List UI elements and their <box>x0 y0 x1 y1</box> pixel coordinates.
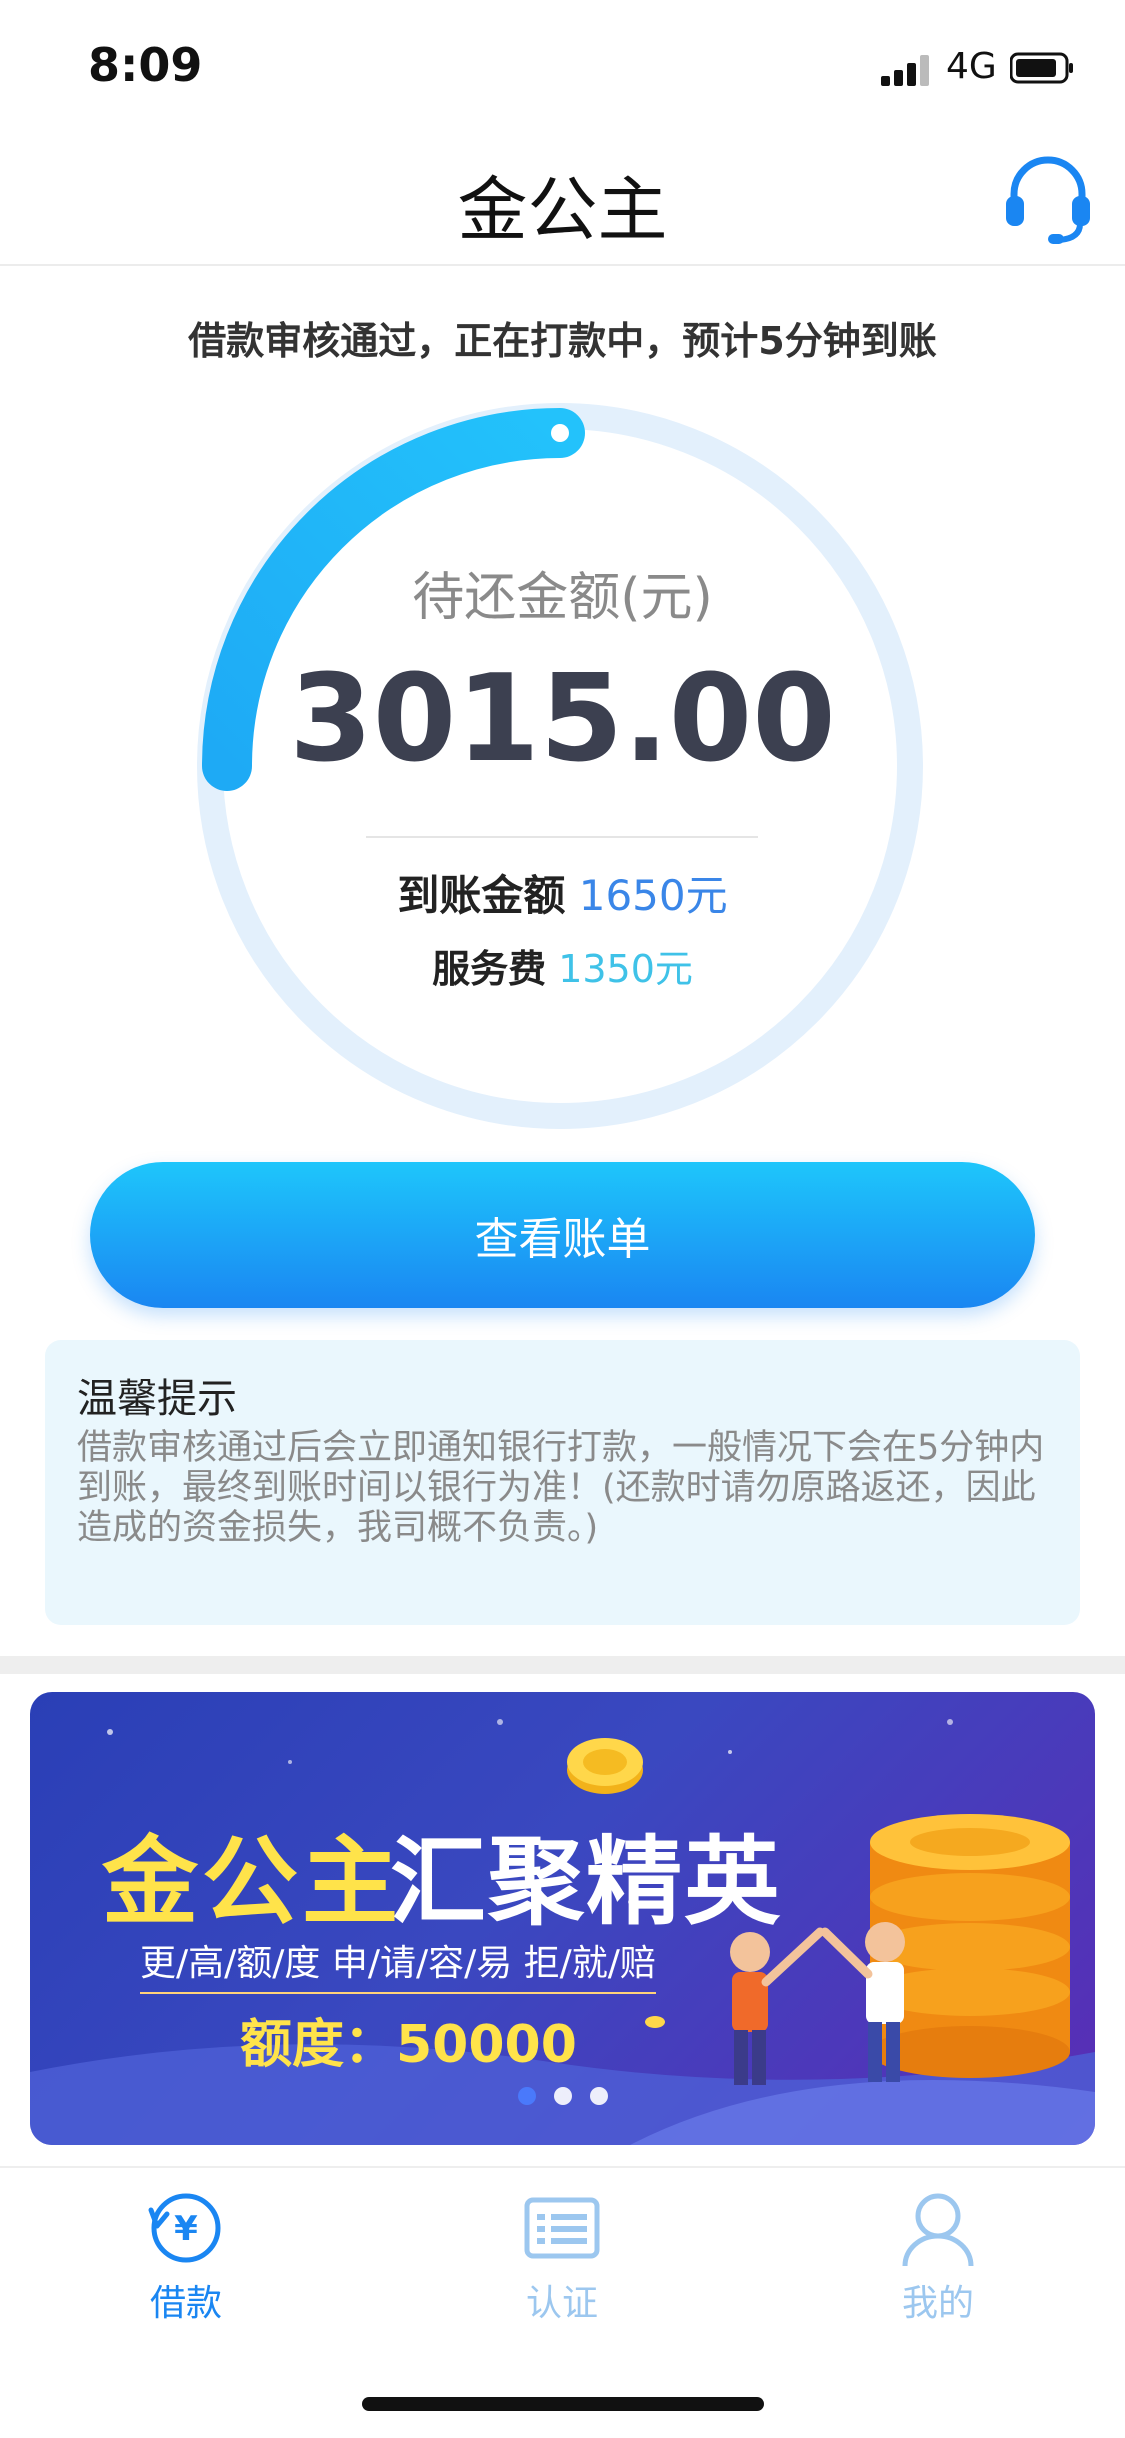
fee-row: 服务费 1350元 <box>0 938 1125 993</box>
section-separator <box>0 1656 1125 1674</box>
headset-icon[interactable] <box>1000 152 1096 248</box>
tab-loan[interactable]: ¥ 借款 <box>86 2188 286 2326</box>
tab-mine[interactable]: 我的 <box>838 2188 1038 2326</box>
tips-card: 温馨提示 借款审核通过后会立即通知银行打款，一般情况下会在5分钟内到账，最终到账… <box>45 1340 1080 1625</box>
received-value: 1650元 <box>578 871 728 920</box>
carousel-dot[interactable] <box>518 2087 536 2105</box>
banner-title-left: 金公主 <box>102 1826 402 1938</box>
user-icon <box>902 2193 974 2267</box>
home-indicator[interactable] <box>362 2397 764 2411</box>
carousel-dots[interactable] <box>518 2087 626 2109</box>
loan-icon: ¥ <box>148 2193 221 2263</box>
status-time: 8:09 <box>88 38 203 92</box>
nav-bar: 金公主 <box>0 132 1125 266</box>
banner-subtitle: 更/高/额/度 申/请/容/易 拒/就/赔 <box>140 1934 656 1994</box>
promo-banner[interactable]: 金公主 汇聚精英 更/高/额/度 申/请/容/易 拒/就/赔 额度：50000 <box>30 1692 1095 2145</box>
divider <box>366 836 758 838</box>
carousel-dot[interactable] <box>554 2087 572 2105</box>
carousel-dot[interactable] <box>590 2087 608 2105</box>
id-card-icon <box>524 2197 600 2259</box>
status-bar: 8:09 4G <box>0 0 1125 132</box>
received-label: 到账金额 <box>397 871 566 920</box>
fee-value: 1350元 <box>558 947 693 991</box>
battery-icon <box>1010 52 1073 84</box>
svg-text:¥: ¥ <box>174 2209 198 2249</box>
tab-loan-label: 借款 <box>149 2283 222 2324</box>
tab-verify-label: 认证 <box>525 2283 598 2324</box>
tab-mine-label: 我的 <box>901 2283 974 2324</box>
amount-due-value: 3015.00 <box>289 650 836 789</box>
loan-status-notice: 借款审核通过，正在打款中，预计5分钟到账 <box>188 319 937 363</box>
view-bill-button[interactable]: 查看账单 <box>90 1162 1035 1308</box>
network-label: 4G <box>946 46 997 87</box>
amount-due-label: 待还金额(元) <box>412 568 713 628</box>
banner-quota: 额度：50000 <box>240 2015 577 2075</box>
banner-title-right: 汇聚精英 <box>390 1826 782 1938</box>
tips-body: 借款审核通过后会立即通知银行打款，一般情况下会在5分钟内到账，最终到账时间以银行… <box>77 1428 1045 1548</box>
fee-label: 服务费 <box>432 947 547 991</box>
received-row: 到账金额 1650元 <box>0 862 1125 923</box>
signal-icon <box>881 55 929 86</box>
tab-verify[interactable]: 认证 <box>462 2188 662 2326</box>
page-title: 金公主 <box>457 169 668 251</box>
tips-title: 温馨提示 <box>77 1376 237 1422</box>
